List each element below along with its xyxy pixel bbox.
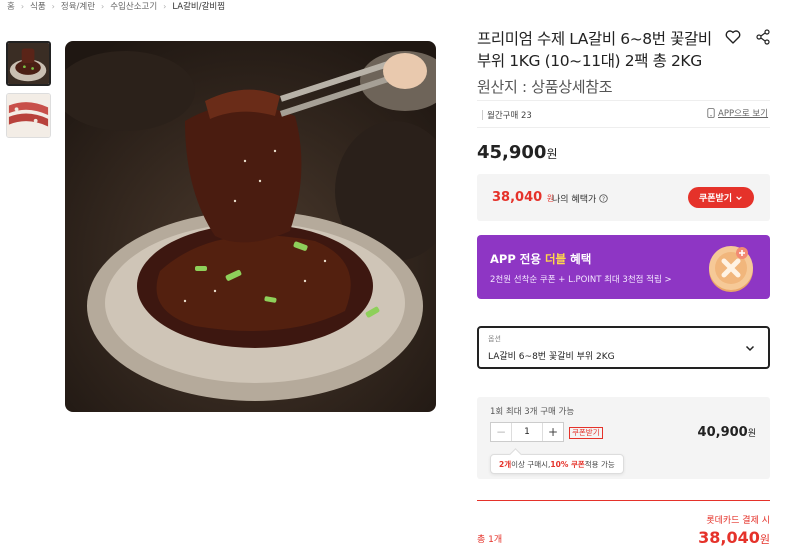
monthly-purchase-text: 월간구매 23: [487, 111, 532, 121]
divider-bar: [482, 110, 483, 120]
app-banner-title: APP 전용 더블 혜택: [490, 251, 591, 267]
breadcrumb-imported-beef[interactable]: 수입산소고기: [110, 0, 157, 12]
option-select[interactable]: 옵션 LA갈비 6~8번 꽃갈비 부위 2KG: [477, 326, 770, 369]
breadcrumb-meat[interactable]: 정육/계란: [61, 0, 95, 12]
benefit-box: 38,040 원 나의 혜택가 ? 쿠폰받기: [477, 174, 770, 221]
monthly-purchase: 월간구매 23: [482, 109, 532, 121]
chevron-right-icon: ›: [51, 1, 55, 11]
total-price-value: 38,040: [698, 528, 760, 547]
coin-icon: [709, 246, 753, 292]
share-icon[interactable]: [754, 28, 772, 46]
breadcrumb-la-galbi[interactable]: LA갈비/갈비찜: [172, 0, 225, 12]
tooltip-end: 적용 가능: [584, 459, 615, 469]
tooltip-mid: 이상 구매시,: [511, 459, 551, 469]
tooltip-percent: 10% 쿠폰: [550, 459, 585, 469]
option-price-currency: 원: [747, 429, 756, 439]
total-price-currency: 원: [759, 533, 770, 546]
thumbnail-list: [6, 41, 51, 138]
breadcrumb-home[interactable]: 홈: [7, 0, 15, 12]
app-banner-title-highlight: 더블: [544, 252, 567, 266]
benefit-label: 나의 혜택가 ?: [552, 192, 608, 205]
product-title: 프리미엄 수제 LA갈비 6~8번 꽃갈비 부위 1KG (10~11대) 2팩…: [477, 30, 712, 70]
total-price: 38,040원: [698, 528, 770, 547]
app-view-label: APP으로 보기: [718, 109, 769, 119]
chevron-right-icon: ›: [20, 1, 25, 11]
divider: [477, 127, 770, 128]
thumbnail-1[interactable]: [6, 41, 51, 86]
coupon-button[interactable]: 쿠폰받기: [688, 187, 754, 208]
quantity-input[interactable]: 1: [511, 423, 543, 441]
tooltip-count: 2개: [499, 459, 512, 469]
option-price: 40,900원: [698, 425, 756, 440]
quantity-stepper: − 1 +: [490, 422, 564, 442]
product-origin: 원산지 : 상품상세참조: [477, 78, 613, 96]
thumbnail-image-raw-ribs: [7, 94, 50, 137]
chevron-right-icon: ›: [101, 1, 105, 11]
benefit-price-value: 38,040: [492, 190, 543, 205]
chevron-right-icon: ›: [163, 1, 167, 11]
total-count: 총 1개: [477, 535, 503, 545]
app-banner-subtitle: 2천원 선착순 쿠폰 + L.POINT 최대 3천점 적립 >: [490, 275, 672, 285]
benefit-price: 38,040 원: [492, 190, 554, 205]
app-benefit-banner[interactable]: APP 전용 더블 혜택 2천원 선착순 쿠폰 + L.POINT 최대 3천점…: [477, 235, 770, 299]
price-currency: 원: [546, 147, 558, 161]
option-price-value: 40,900: [697, 425, 748, 440]
quantity-minus-button[interactable]: −: [491, 423, 511, 441]
divider: [477, 100, 770, 101]
thumbnail-image-galbi-plate: [8, 43, 49, 84]
option-value: LA갈비 6~8번 꽃갈비 부위 2KG: [488, 352, 615, 362]
quantity-plus-button[interactable]: +: [543, 423, 563, 441]
heart-icon[interactable]: [724, 28, 742, 46]
product-main-image: [65, 41, 436, 412]
option-label: 옵션: [488, 335, 501, 343]
coupon-button-label: 쿠폰받기: [698, 194, 733, 204]
price-value: 45,900: [477, 142, 547, 163]
app-banner-title-post: 혜택: [566, 252, 592, 266]
app-banner-title-pre: APP 전용: [490, 252, 545, 266]
breadcrumb: 홈 › 식품 › 정육/계란 › 수입산소고기 › LA갈비/갈비찜: [7, 0, 225, 13]
product-price: 45,900원: [477, 142, 558, 163]
chevron-down-icon: [736, 195, 742, 200]
selected-option-box: 1회 최대 3개 구매 가능 − 1 + 쿠폰받기 40,900원 2개 이상 …: [477, 397, 770, 479]
breadcrumb-food[interactable]: 식품: [30, 0, 46, 12]
thumbnail-2[interactable]: [6, 93, 51, 138]
phone-icon: [707, 108, 715, 118]
coupon-tooltip: 2개 이상 구매시, 10% 쿠폰 적용 가능: [490, 454, 624, 474]
chevron-down-icon: [745, 345, 755, 352]
benefit-label-text: 나의 혜택가: [552, 195, 597, 205]
card-payment-label: 롯데카드 결제 시: [706, 516, 770, 526]
info-icon[interactable]: ?: [599, 194, 608, 203]
product-actions: [724, 28, 772, 46]
coupon-tag[interactable]: 쿠폰받기: [569, 427, 603, 439]
svg-text:?: ?: [602, 197, 605, 203]
app-view-link[interactable]: APP으로 보기: [707, 107, 768, 119]
purchase-limit: 1회 최대 3개 구매 가능: [490, 407, 575, 417]
galbi-plate-photo: [65, 41, 436, 412]
total-divider: [477, 500, 770, 501]
